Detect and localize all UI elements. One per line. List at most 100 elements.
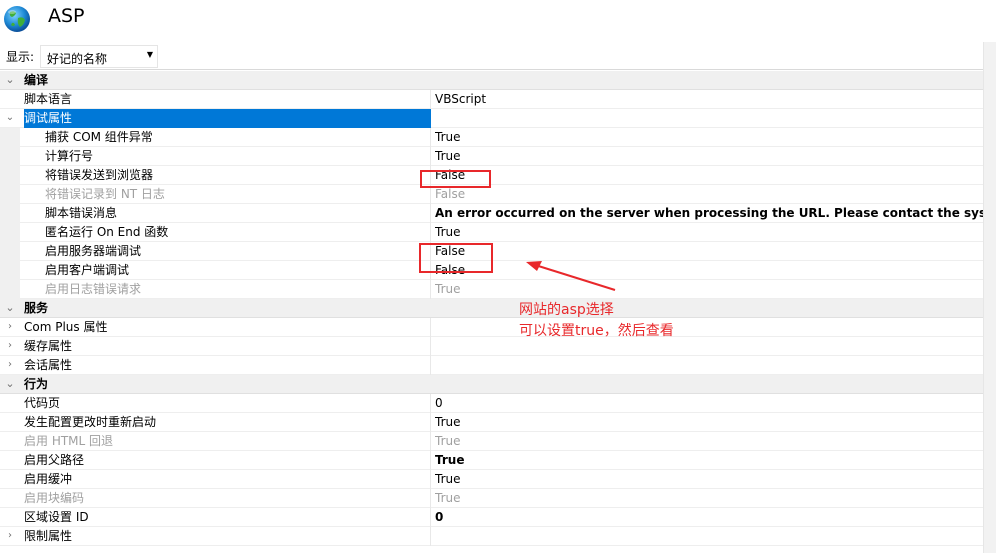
property-row[interactable]: 计算行号 True (0, 147, 983, 166)
property-name: 启用客户端调试 (24, 261, 431, 280)
property-name: 将错误发送到浏览器 (24, 166, 431, 185)
property-name: 调试属性 (24, 109, 431, 128)
property-name: 代码页 (24, 394, 431, 413)
property-value[interactable]: True (435, 223, 983, 242)
property-row[interactable]: 将错误发送到浏览器 False (0, 166, 983, 185)
property-name: Com Plus 属性 (24, 318, 431, 337)
property-name: 行为 (24, 377, 49, 391)
vertical-scrollbar[interactable] (983, 42, 996, 553)
property-value[interactable] (435, 527, 983, 546)
chevron-right-icon[interactable]: › (3, 318, 17, 337)
show-dropdown[interactable]: 好记的名称 ▼ (40, 45, 158, 68)
property-row[interactable]: ⌄ 行为 (0, 375, 983, 394)
show-dropdown-value: 好记的名称 (47, 52, 108, 66)
indent-gutter (0, 261, 20, 280)
property-row[interactable]: ⌄ 调试属性 (0, 109, 983, 128)
property-name: 缓存属性 (24, 337, 431, 356)
annotation-line-1: 网站的asp选择 (519, 302, 614, 318)
property-value[interactable]: VBScript (435, 90, 983, 109)
property-row[interactable]: 启用块编码 True (0, 489, 983, 508)
property-name: 计算行号 (24, 147, 431, 166)
chevron-down-icon[interactable]: ⌄ (3, 109, 17, 128)
property-value[interactable]: 0 (435, 508, 983, 527)
property-value[interactable]: False (435, 261, 983, 280)
property-value[interactable]: True (435, 413, 983, 432)
chevron-down-icon[interactable]: ⌄ (3, 375, 17, 394)
property-name: 发生配置更改时重新启动 (24, 413, 431, 432)
property-value[interactable]: An error occurred on the server when pro… (435, 204, 983, 223)
annotation-line-2: 可以设置true，然后查看 (519, 323, 674, 339)
property-name: 会话属性 (24, 356, 431, 375)
property-row[interactable]: 启用日志错误请求 True (0, 280, 983, 299)
property-value[interactable]: True (435, 147, 983, 166)
property-row[interactable]: › 缓存属性 (0, 337, 983, 356)
highlight-box-debugging (419, 243, 493, 273)
indent-gutter (0, 166, 20, 185)
arrow-annotation (526, 261, 616, 291)
property-name: 启用服务器端调试 (24, 242, 431, 261)
property-row[interactable]: 代码页 0 (0, 394, 983, 413)
page-title: ASP (48, 5, 85, 27)
property-value[interactable]: True (435, 280, 983, 299)
property-value[interactable] (435, 356, 983, 375)
property-row[interactable]: › 会话属性 (0, 356, 983, 375)
property-value[interactable] (435, 318, 983, 337)
property-row[interactable]: 捕获 COM 组件异常 True (0, 128, 983, 147)
chevron-down-icon[interactable]: ⌄ (3, 299, 17, 318)
property-name: 编译 (24, 73, 49, 87)
property-value[interactable]: False (435, 242, 983, 261)
property-value[interactable]: 0 (435, 394, 983, 413)
property-value[interactable]: True (435, 432, 983, 451)
property-value[interactable] (435, 337, 983, 356)
property-row[interactable]: 将错误记录到 NT 日志 False (0, 185, 983, 204)
property-name: 启用日志错误请求 (24, 280, 431, 299)
chevron-down-icon[interactable]: ⌄ (3, 71, 17, 90)
property-row[interactable]: 启用缓冲 True (0, 470, 983, 489)
property-row[interactable]: ⌄ 服务 (0, 299, 983, 318)
property-row[interactable]: › 限制属性 (0, 527, 983, 546)
property-value[interactable]: False (435, 166, 983, 185)
indent-gutter (0, 280, 20, 299)
indent-gutter (0, 147, 20, 166)
property-row[interactable]: ⌄ 编译 (0, 71, 983, 90)
property-name: 启用块编码 (24, 489, 431, 508)
highlight-box-send-errors (420, 170, 491, 188)
property-name: 捕获 COM 组件异常 (24, 128, 431, 147)
property-value[interactable]: True (435, 451, 983, 470)
property-row[interactable]: › Com Plus 属性 (0, 318, 983, 337)
chevron-right-icon[interactable]: › (3, 337, 17, 356)
property-row[interactable]: 启用父路径 True (0, 451, 983, 470)
property-row[interactable]: 发生配置更改时重新启动 True (0, 413, 983, 432)
property-name: 脚本语言 (24, 90, 431, 109)
property-row[interactable]: 匿名运行 On End 函数 True (0, 223, 983, 242)
property-value[interactable]: True (435, 489, 983, 508)
property-name: 匿名运行 On End 函数 (24, 223, 431, 242)
property-name: 服务 (24, 301, 49, 315)
show-label: 显示: (6, 50, 35, 64)
property-row[interactable]: 脚本语言 VBScript (0, 90, 983, 109)
property-value[interactable]: True (435, 128, 983, 147)
indent-gutter (0, 204, 20, 223)
globe-icon (4, 6, 30, 32)
property-row[interactable]: 区域设置 ID 0 (0, 508, 983, 527)
chevron-right-icon[interactable]: › (3, 527, 17, 546)
toolbar: 显示: 好记的名称 ▼ (0, 42, 983, 70)
indent-gutter (0, 128, 20, 147)
indent-gutter (0, 223, 20, 242)
indent-gutter (0, 242, 20, 261)
page-header: ASP (0, 0, 996, 42)
property-name: 区域设置 ID (24, 508, 431, 527)
property-name: 脚本错误消息 (24, 204, 431, 223)
property-name: 限制属性 (24, 527, 431, 546)
property-value[interactable]: True (435, 470, 983, 489)
property-row[interactable]: 启用 HTML 回退 True (0, 432, 983, 451)
chevron-right-icon[interactable]: › (3, 356, 17, 375)
property-value[interactable]: False (435, 185, 983, 204)
chevron-down-icon: ▼ (146, 50, 153, 59)
property-name: 启用 HTML 回退 (24, 432, 431, 451)
property-name: 启用父路径 (24, 451, 431, 470)
indent-gutter (0, 185, 20, 204)
property-name: 启用缓冲 (24, 470, 431, 489)
property-row[interactable]: 脚本错误消息 An error occurred on the server wh… (0, 204, 983, 223)
property-name: 将错误记录到 NT 日志 (24, 185, 431, 204)
